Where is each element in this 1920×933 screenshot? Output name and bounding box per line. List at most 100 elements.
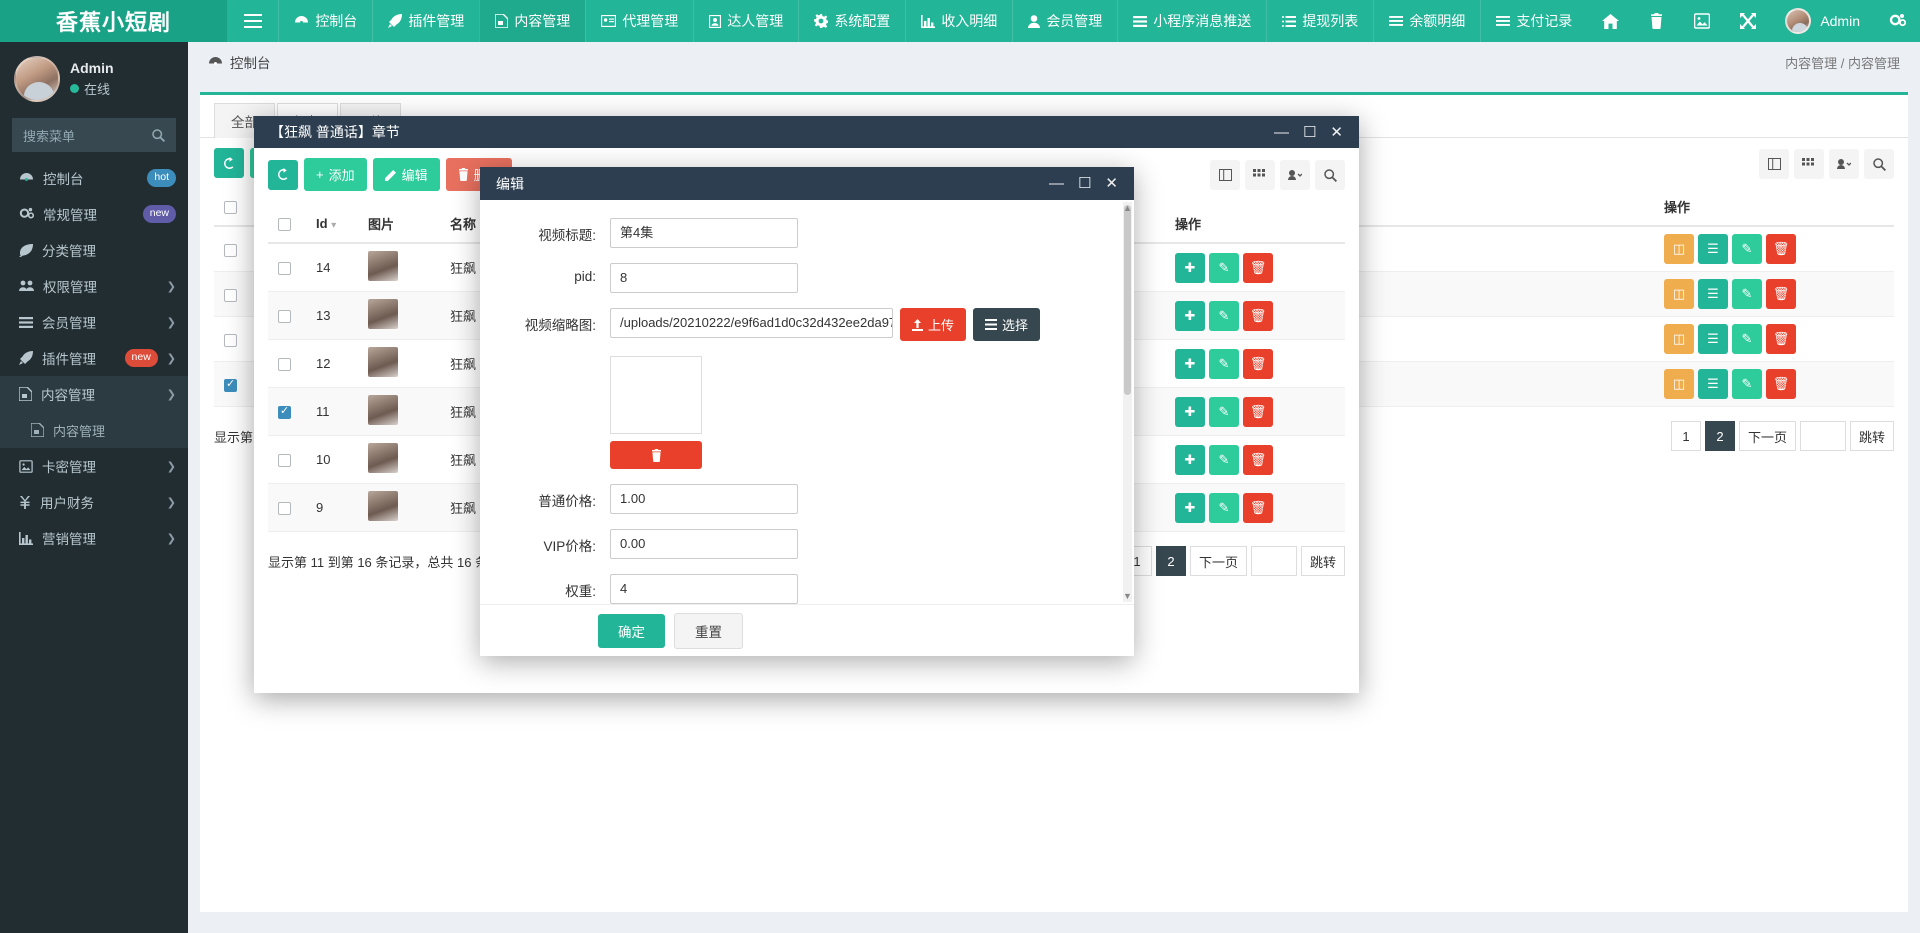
row-op-code-icon[interactable]: ◫ (1664, 234, 1694, 264)
reset-button[interactable]: 重置 (674, 613, 743, 649)
row-op-list-icon[interactable]: ☰ (1698, 369, 1728, 399)
row-op-delete-icon[interactable]: 🗑 (1766, 234, 1796, 264)
close-icon[interactable]: ✕ (1330, 125, 1343, 140)
chapter-row-op-edit-icon[interactable]: ✎ (1209, 445, 1239, 475)
chapter-columns-icon[interactable] (1210, 160, 1240, 190)
pager-jump-button[interactable]: 跳转 (1850, 421, 1894, 451)
refresh-button[interactable] (214, 148, 244, 178)
chapter-row-checkbox[interactable] (278, 310, 291, 323)
pager-jump-input[interactable] (1800, 421, 1846, 451)
thumbnail-preview[interactable] (610, 356, 702, 434)
chapter-row-thumbnail[interactable] (368, 299, 398, 329)
pager-next-button[interactable]: 下一页 (1739, 421, 1796, 451)
cogs-icon[interactable] (1874, 0, 1920, 42)
chapter-select-all-checkbox[interactable] (278, 218, 291, 231)
row-checkbox[interactable] (224, 244, 237, 257)
normal-price-input[interactable]: 1.00 (610, 484, 798, 514)
pager-page-2[interactable]: 2 (1705, 421, 1735, 451)
chapter-row-op-add-icon[interactable]: ✚ (1175, 445, 1205, 475)
expand-icon[interactable] (1725, 0, 1771, 42)
minimize-icon[interactable]: — (1049, 176, 1064, 191)
top-nav-item-8[interactable]: 会员管理 (1012, 0, 1117, 42)
chapter-row-checkbox[interactable] (278, 358, 291, 371)
vip-price-input[interactable]: 0.00 (610, 529, 798, 559)
export-icon[interactable] (1829, 149, 1859, 179)
chapter-row-op-edit-icon[interactable]: ✎ (1209, 349, 1239, 379)
chapter-row-thumbnail[interactable] (368, 491, 398, 521)
chapter-refresh-button[interactable] (268, 160, 298, 190)
grid-icon[interactable] (1794, 149, 1824, 179)
chapter-row-op-edit-icon[interactable]: ✎ (1209, 301, 1239, 331)
thumbnail-select-button[interactable]: 选择 (973, 308, 1040, 341)
row-checkbox[interactable] (224, 379, 237, 392)
row-op-edit-icon[interactable]: ✎ (1732, 369, 1762, 399)
chapter-row-op-add-icon[interactable]: ✚ (1175, 253, 1205, 283)
chapter-row-op-edit-icon[interactable]: ✎ (1209, 493, 1239, 523)
top-nav-item-12[interactable]: 支付记录 (1480, 0, 1587, 42)
pid-input[interactable]: 8 (610, 263, 798, 293)
sidebar-search-input[interactable]: 搜索菜单 (12, 118, 176, 152)
caret-down-icon[interactable]: ▼ (1122, 590, 1133, 602)
sidebar-item-8[interactable]: 内容管理 (0, 412, 188, 448)
pager-jump-button[interactable]: 跳转 (1301, 546, 1345, 576)
pager-jump-input[interactable] (1251, 546, 1297, 576)
select-all-checkbox[interactable] (224, 201, 237, 214)
chapter-row-op-add-icon[interactable]: ✚ (1175, 397, 1205, 427)
columns-icon[interactable] (1759, 149, 1789, 179)
weight-input[interactable]: 4 (610, 574, 798, 604)
breadcrumb-path-first[interactable]: 内容管理 (1785, 56, 1837, 71)
trash-icon[interactable] (1633, 0, 1679, 42)
chapter-row-op-delete-icon[interactable]: 🗑 (1243, 493, 1273, 523)
row-op-list-icon[interactable]: ☰ (1698, 234, 1728, 264)
image-icon[interactable] (1679, 0, 1725, 42)
top-nav-item-4[interactable]: 代理管理 (585, 0, 693, 42)
maximize-icon[interactable]: ☐ (1078, 176, 1091, 191)
row-op-code-icon[interactable]: ◫ (1664, 369, 1694, 399)
chapter-row-op-delete-icon[interactable]: 🗑 (1243, 349, 1273, 379)
sidebar-item-5[interactable]: 会员管理❯ (0, 304, 188, 340)
form-scrollbar-thumb[interactable] (1124, 205, 1131, 395)
form-scrollbar[interactable] (1123, 202, 1132, 602)
chapter-row-checkbox[interactable] (278, 406, 291, 419)
row-op-edit-icon[interactable]: ✎ (1732, 324, 1762, 354)
chapter-row-op-delete-icon[interactable]: 🗑 (1243, 301, 1273, 331)
sidebar-toggle-button[interactable] (227, 0, 278, 42)
sidebar-item-11[interactable]: 营销管理❯ (0, 520, 188, 556)
user-menu-button[interactable]: Admin (1771, 0, 1874, 42)
maximize-icon[interactable]: ☐ (1303, 125, 1316, 140)
sidebar-item-4[interactable]: 权限管理❯ (0, 268, 188, 304)
row-op-list-icon[interactable]: ☰ (1698, 279, 1728, 309)
chapter-row-checkbox[interactable] (278, 454, 291, 467)
chapter-search-button[interactable] (1315, 160, 1345, 190)
top-nav-item-2[interactable]: 插件管理 (372, 0, 479, 42)
close-icon[interactable]: ✕ (1105, 176, 1118, 191)
minimize-icon[interactable]: — (1274, 125, 1289, 140)
row-op-delete-icon[interactable]: 🗑 (1766, 369, 1796, 399)
top-nav-item-6[interactable]: 系统配置 (798, 0, 905, 42)
chapter-row-thumbnail[interactable] (368, 251, 398, 281)
chapter-row-op-add-icon[interactable]: ✚ (1175, 349, 1205, 379)
sidebar-item-3[interactable]: 分类管理 (0, 232, 188, 268)
sidebar-item-7[interactable]: 内容管理❯ (0, 376, 188, 412)
top-nav-item-10[interactable]: 提现列表 (1266, 0, 1373, 42)
row-op-edit-icon[interactable]: ✎ (1732, 234, 1762, 264)
sidebar-item-6[interactable]: 插件管理new❯ (0, 340, 188, 376)
row-op-delete-icon[interactable]: 🗑 (1766, 279, 1796, 309)
chapter-row-thumbnail[interactable] (368, 443, 398, 473)
sidebar-item-1[interactable]: 控制台hot (0, 160, 188, 196)
chapter-grid-icon[interactable] (1245, 160, 1275, 190)
chapter-row-thumbnail[interactable] (368, 347, 398, 377)
row-op-code-icon[interactable]: ◫ (1664, 279, 1694, 309)
thumbnail-delete-button[interactable] (610, 441, 702, 469)
video-thumbnail-input[interactable]: /uploads/20210222/e9f6ad1d0c32d432ee2da9… (610, 308, 893, 338)
pager-page-1[interactable]: 1 (1671, 421, 1701, 451)
top-nav-item-3[interactable]: 内容管理 (479, 0, 585, 42)
chapter-row-thumbnail[interactable] (368, 395, 398, 425)
chapter-row-op-delete-icon[interactable]: 🗑 (1243, 397, 1273, 427)
sidebar-item-9[interactable]: 卡密管理❯ (0, 448, 188, 484)
chapter-row-op-edit-icon[interactable]: ✎ (1209, 253, 1239, 283)
row-op-delete-icon[interactable]: 🗑 (1766, 324, 1796, 354)
brand-logo[interactable]: 香蕉小短剧 (0, 0, 227, 42)
chapter-add-button[interactable]: + 添加 (304, 158, 367, 191)
row-checkbox[interactable] (224, 334, 237, 347)
